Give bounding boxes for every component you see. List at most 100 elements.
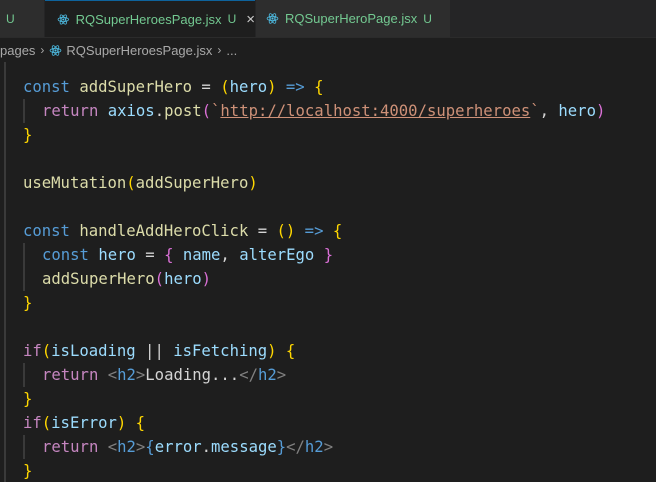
code-token: error (154, 438, 202, 456)
code-token: > (276, 366, 287, 384)
code-token: ` (211, 102, 221, 120)
code-token: ) (595, 102, 606, 120)
code-token: { (145, 438, 155, 456)
code-token: => (276, 78, 315, 96)
code-token: ( (276, 222, 286, 240)
indent-guide (23, 99, 25, 123)
code-token: const (23, 78, 70, 96)
untracked-badge: U (6, 11, 15, 26)
code-token: h2 (304, 438, 324, 456)
code-token: = (192, 78, 221, 96)
code-token: ) (267, 78, 277, 96)
code-line: } (23, 387, 32, 411)
code-token: isError (51, 414, 117, 432)
breadcrumb-folder[interactable]: pages (0, 43, 35, 58)
code-token: if (23, 342, 42, 360)
code-token: . (154, 102, 165, 120)
code-token: { (276, 342, 296, 360)
breadcrumb: pages › RQSuperHeroesPage.jsx › ... (0, 38, 656, 62)
code-token: , (220, 246, 230, 264)
code-token: handleAddHeroClick (79, 222, 249, 240)
code-token: . (201, 438, 212, 456)
close-icon[interactable]: × (246, 11, 255, 28)
untracked-badge: U (227, 12, 237, 26)
indent-guide (23, 435, 25, 459)
code-token: post (164, 102, 202, 120)
code-token: isFetching (173, 342, 268, 360)
code-line: const handleAddHeroClick = () => { (23, 219, 342, 243)
code-line: if(isError) { (23, 411, 145, 435)
code-token: if (23, 414, 42, 432)
code-token: > (135, 438, 146, 456)
code-token: hero (164, 270, 202, 288)
code-token: h2 (117, 366, 136, 384)
code-token: ( (41, 342, 52, 360)
code-token: h2 (117, 438, 136, 456)
code-token: addSuperHero (42, 270, 155, 288)
untracked-badge: U (423, 11, 432, 26)
code-line: } (23, 291, 32, 315)
code-token: < (107, 366, 118, 384)
code-token: </ (286, 438, 305, 456)
code-token: alterEgo (229, 246, 315, 264)
react-icon (57, 13, 69, 25)
code-token: const (42, 246, 89, 264)
chevron-right-icon: › (217, 43, 222, 57)
code-line: addSuperHero(hero) (42, 267, 211, 291)
editor-tab-bar: U RQSuperHeroesPage.jsx U × RQSuperHeroP… (0, 0, 656, 38)
indent-guide (4, 62, 6, 482)
code-token: { (314, 78, 324, 96)
code-token: } (276, 438, 287, 456)
code-token: Loading... (145, 366, 240, 384)
code-token: ) (116, 414, 127, 432)
code-token: ) (285, 222, 296, 240)
code-token: hero (98, 246, 136, 264)
code-token: message (211, 438, 277, 456)
code-token: } (23, 462, 33, 480)
code-token: = (135, 246, 165, 264)
tab-previous[interactable]: U (0, 0, 44, 37)
code-token: } (23, 294, 33, 312)
code-token: = (248, 222, 277, 240)
tab-rqsuperheroespage[interactable]: RQSuperHeroesPage.jsx U × (45, 0, 255, 37)
chevron-right-icon: › (40, 43, 45, 57)
code-token: => (295, 222, 333, 240)
url-link[interactable]: http://localhost:4000/superheroes (220, 102, 530, 120)
code-editor[interactable]: const addSuperHero = (hero) => { return … (0, 62, 656, 482)
code-line: } (23, 459, 32, 482)
code-token: ( (201, 102, 212, 120)
code-token: ( (41, 414, 52, 432)
code-token: > (135, 366, 146, 384)
code-line: const addSuperHero = (hero) => { (23, 75, 323, 99)
tab-label: RQSuperHeroesPage.jsx (75, 11, 222, 27)
code-line: if(isLoading || isFetching) { (23, 339, 295, 363)
code-token: return (42, 366, 99, 384)
code-token: return (42, 102, 99, 120)
breadcrumb-more[interactable]: ... (226, 43, 237, 58)
code-token: ) (248, 174, 258, 192)
breadcrumb-file-label: RQSuperHeroesPage.jsx (66, 42, 213, 58)
code-line: } (23, 123, 32, 147)
code-line: const hero = { name, alterEgo } (42, 243, 333, 267)
code-line: return <h2>Loading...</h2> (42, 363, 286, 387)
tab-rqsuperheropage[interactable]: RQSuperHeroPage.jsx U (256, 0, 450, 37)
indent-guide (23, 243, 25, 291)
code-token: { (126, 414, 146, 432)
code-token: hero (558, 102, 596, 120)
code-line: return <h2>{error.message}</h2> (42, 435, 333, 459)
code-token: return (42, 438, 99, 456)
code-token: ( (154, 270, 165, 288)
breadcrumb-file[interactable]: RQSuperHeroesPage.jsx (49, 43, 212, 58)
code-token: ` (530, 102, 540, 120)
code-token: { (332, 222, 343, 240)
code-token: ) (267, 342, 277, 360)
react-icon (50, 44, 62, 56)
code-line: return axios.post(`http://localhost:4000… (42, 99, 605, 123)
code-token: < (107, 438, 118, 456)
indent-guide (23, 363, 25, 387)
code-token: h2 (257, 366, 277, 384)
code-token: const (23, 222, 70, 240)
code-token: isLoading (51, 342, 136, 360)
code-token: , (539, 102, 559, 120)
code-token: || (135, 342, 174, 360)
